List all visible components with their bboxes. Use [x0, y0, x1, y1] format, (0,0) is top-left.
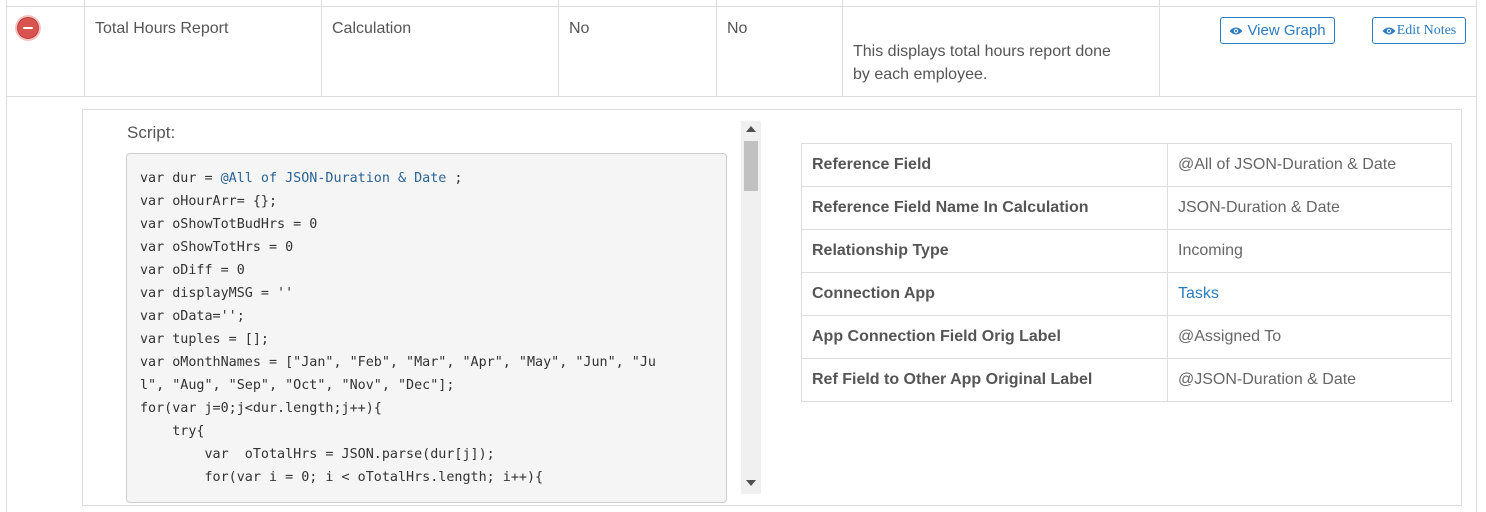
detail-value: Incoming: [1167, 229, 1452, 273]
edit-notes-label: Edit Notes: [1396, 22, 1457, 38]
column-4-value: No: [727, 20, 748, 37]
column-divider: [84, 0, 85, 96]
detail-value: @Assigned To: [1167, 315, 1452, 359]
minus-icon: [23, 27, 33, 29]
code-line: try{: [140, 424, 205, 439]
eye-icon: [1382, 27, 1396, 34]
edit-notes-button[interactable]: Edit Notes: [1372, 17, 1466, 44]
code-line: for(var i = 0; i < oTotalHrs.length; i++…: [140, 470, 544, 485]
detail-value: JSON-Duration & Date: [1167, 186, 1452, 230]
code-line: var oDiff = 0: [140, 263, 245, 278]
code-line: var oMonthNames = ["Jan", "Feb", "Mar", …: [140, 355, 656, 370]
column-divider: [1159, 0, 1160, 96]
row-border-top: [6, 6, 1477, 7]
table-row: Ref Field to Other App Original Label @JS…: [801, 358, 1452, 402]
table-row: Relationship Type Incoming: [801, 229, 1452, 273]
code-reference-token: @All of JSON-Duration & Date: [220, 171, 447, 186]
report-name: Total Hours Report: [95, 20, 229, 37]
column-divider: [321, 0, 322, 96]
code-line: l", "Aug", "Sep", "Oct", "Nov", "Dec"];: [140, 378, 455, 393]
detail-value: @JSON-Duration & Date: [1167, 358, 1452, 402]
code-line: var oData='';: [140, 309, 245, 324]
column-divider: [842, 0, 843, 96]
table-border-right: [1476, 0, 1477, 512]
detail-value-cell: Tasks: [1167, 272, 1452, 316]
script-code-box[interactable]: var dur = @All of JSON-Duration & Date ;…: [126, 153, 727, 503]
scroll-up-arrow-icon[interactable]: [746, 126, 756, 132]
table-row: Connection App Tasks: [801, 272, 1452, 316]
view-graph-label: View Graph: [1247, 22, 1326, 39]
connection-app-link[interactable]: Tasks: [1178, 285, 1219, 302]
column-3-value: No: [569, 20, 590, 37]
detail-value: @All of JSON-Duration & Date: [1167, 143, 1452, 187]
report-type: Calculation: [332, 20, 412, 37]
scroll-down-arrow-icon[interactable]: [746, 480, 756, 486]
row-border-bottom: [6, 96, 1477, 97]
code-line: var oShowTotHrs = 0: [140, 240, 294, 255]
detail-key: Ref Field to Other App Original Label: [801, 358, 1168, 402]
column-divider: [558, 0, 559, 96]
description-line-2: by each employee.: [853, 66, 988, 83]
detail-key: App Connection Field Orig Label: [801, 315, 1168, 359]
column-divider: [716, 0, 717, 96]
detail-key: Relationship Type: [801, 229, 1168, 273]
script-label: Script:: [127, 123, 176, 142]
reference-details-table: Reference Field @All of JSON-Duration & D…: [801, 143, 1452, 402]
scrollbar-thumb[interactable]: [744, 141, 758, 191]
view-graph-button[interactable]: View Graph: [1220, 17, 1335, 44]
code-line: var tuples = [];: [140, 332, 269, 347]
table-row: App Connection Field Orig Label @Assigned…: [801, 315, 1452, 359]
code-line: var oShowTotBudHrs = 0: [140, 217, 318, 232]
table-row: Reference Field @All of JSON-Duration & D…: [801, 143, 1452, 187]
code-line: for(var j=0;j<dur.length;j++){: [140, 401, 382, 416]
table-border-left: [6, 0, 7, 512]
detail-key: Reference Field Name In Calculation: [801, 186, 1168, 230]
code-line: var displayMSG = '': [140, 286, 294, 301]
description-line-1: This displays total hours report done: [853, 43, 1111, 60]
code-line: var oHourArr= {};: [140, 194, 278, 209]
eye-icon: [1229, 27, 1243, 34]
code-line: var dur = @All of JSON-Duration & Date ;: [140, 171, 463, 186]
detail-key: Reference Field: [801, 143, 1168, 187]
table-row: Reference Field Name In Calculation JSON-…: [801, 186, 1452, 230]
code-line: var oTotalHrs = JSON.parse(dur[j]);: [140, 447, 495, 462]
collapse-row-button[interactable]: [17, 17, 39, 39]
detail-key: Connection App: [801, 272, 1168, 316]
